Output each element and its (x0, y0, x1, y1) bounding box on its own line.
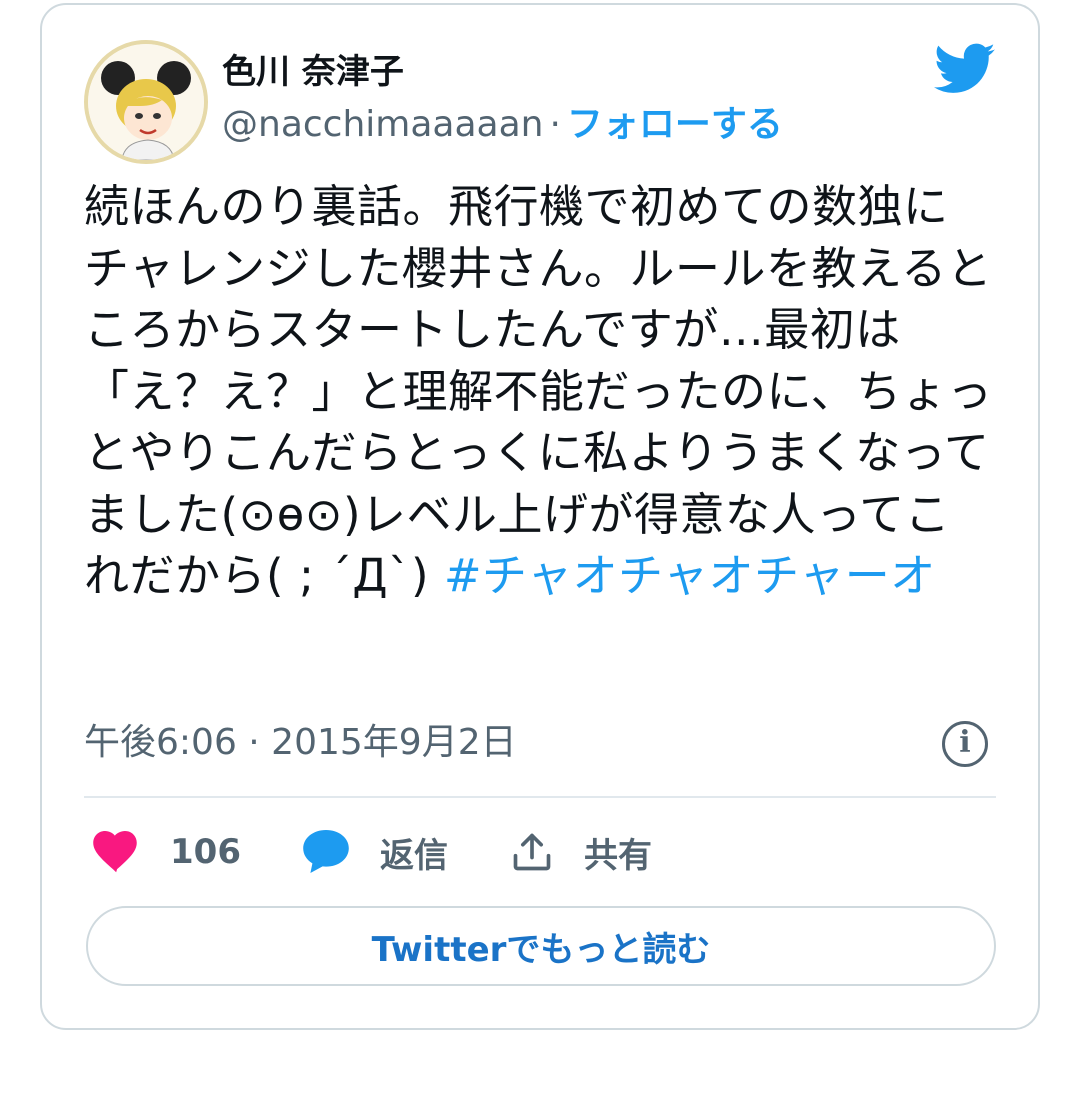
hashtag-link[interactable]: #チャオチャオチャーオ (444, 549, 936, 602)
reply-label: 返信 (380, 835, 448, 876)
info-icon[interactable]: i (942, 721, 988, 767)
display-name[interactable]: 色川 奈津子 (222, 50, 404, 94)
tweet-body: 続ほんのり裏話。飛行機で初めての数独にチャレンジした櫻井さん。ルールを教えるとこ… (84, 180, 993, 602)
twitter-bird-icon[interactable] (934, 42, 996, 96)
separator-dot: · (549, 104, 561, 145)
speech-bubble-icon (303, 830, 349, 873)
tweet-timestamp[interactable]: 午後6:06 · 2015年9月2日 (84, 718, 517, 768)
share-label: 共有 (584, 835, 652, 876)
share-upload-icon (513, 833, 551, 871)
read-more-button[interactable]: Twitterでもっと読む (86, 906, 996, 986)
share-button[interactable]: 共有 (510, 824, 652, 880)
heart-icon (93, 831, 137, 873)
handle-row: @nacchimaaaaan · フォローする (222, 100, 783, 150)
avatar[interactable] (84, 40, 208, 164)
follow-button[interactable]: フォローする (567, 104, 783, 145)
divider (84, 796, 996, 798)
like-button[interactable]: 106 (92, 824, 241, 880)
reply-button[interactable]: 返信 (302, 824, 448, 880)
user-handle[interactable]: @nacchimaaaaan (222, 104, 543, 145)
like-count: 106 (170, 832, 241, 872)
tweet-text: 続ほんのり裏話。飛行機で初めての数独にチャレンジした櫻井さん。ルールを教えるとこ… (84, 176, 994, 607)
